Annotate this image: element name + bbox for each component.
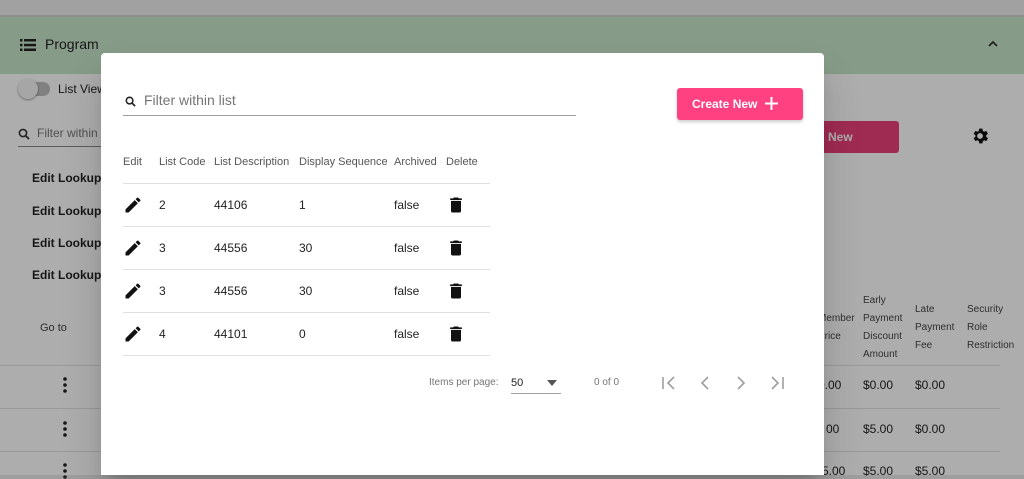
archived-cell: false <box>394 312 446 356</box>
archived-cell: false <box>394 269 446 313</box>
archived-cell: false <box>394 183 446 227</box>
range-label: 0 of 0 <box>594 377 620 388</box>
filter-field[interactable] <box>123 89 576 116</box>
trash-icon[interactable] <box>446 195 466 215</box>
header-display-sequence[interactable]: Display Sequence <box>299 141 394 184</box>
delete-cell <box>446 226 490 270</box>
display-sequence-cell: 30 <box>299 269 394 313</box>
list-code-cell: 2 <box>159 183 214 227</box>
next-page-icon[interactable] <box>731 373 751 393</box>
edit-cell <box>123 226 159 270</box>
archived-cell: false <box>394 226 446 270</box>
lookup-list-dialog: Create New Edit List Code List Descripti… <box>101 53 824 475</box>
list-description-cell: 44556 <box>214 269 299 313</box>
dropdown-arrow-icon <box>547 380 557 386</box>
filter-input[interactable] <box>144 91 564 109</box>
create-new-label: Create New <box>692 97 758 111</box>
header-delete: Delete <box>446 141 490 184</box>
header-edit: Edit <box>123 141 159 184</box>
delete-cell <box>446 269 490 313</box>
header-list-code[interactable]: List Code <box>159 141 214 184</box>
trash-icon[interactable] <box>446 238 466 258</box>
first-page-icon[interactable] <box>659 373 679 393</box>
list-code-cell: 3 <box>159 269 214 313</box>
lookup-table: Edit List Code List Description Display … <box>123 141 490 356</box>
list-description-cell: 44556 <box>214 226 299 270</box>
edit-cell <box>123 183 159 227</box>
create-new-button[interactable]: Create New <box>677 88 803 120</box>
table-row: 2 44106 1 false <box>123 183 490 227</box>
delete-cell <box>446 183 490 227</box>
previous-page-icon[interactable] <box>695 373 715 393</box>
display-sequence-cell: 0 <box>299 312 394 356</box>
trash-icon[interactable] <box>446 281 466 301</box>
last-page-icon[interactable] <box>767 373 787 393</box>
list-description-cell: 44101 <box>214 312 299 356</box>
items-per-page-value: 50 <box>511 377 524 389</box>
delete-cell <box>446 312 490 356</box>
search-icon <box>125 96 136 107</box>
pencil-icon[interactable] <box>123 324 143 344</box>
plus-icon <box>765 97 778 110</box>
table-row: 3 44556 30 false <box>123 226 490 270</box>
items-per-page-select[interactable]: 50 <box>511 373 561 394</box>
list-description-cell: 44106 <box>214 183 299 227</box>
table-header-row: Edit List Code List Description Display … <box>123 141 490 184</box>
edit-cell <box>123 269 159 313</box>
pencil-icon[interactable] <box>123 195 143 215</box>
display-sequence-cell: 1 <box>299 183 394 227</box>
display-sequence-cell: 30 <box>299 226 394 270</box>
paginator: Items per page: 50 0 of 0 <box>101 373 824 403</box>
trash-icon[interactable] <box>446 324 466 344</box>
list-code-cell: 3 <box>159 226 214 270</box>
pencil-icon[interactable] <box>123 281 143 301</box>
header-list-description[interactable]: List Description <box>214 141 299 184</box>
pencil-icon[interactable] <box>123 238 143 258</box>
list-code-cell: 4 <box>159 312 214 356</box>
header-archived[interactable]: Archived <box>394 141 446 184</box>
edit-cell <box>123 312 159 356</box>
table-row: 3 44556 30 false <box>123 269 490 313</box>
table-row: 4 44101 0 false <box>123 312 490 356</box>
items-per-page-label: Items per page: <box>429 377 499 388</box>
